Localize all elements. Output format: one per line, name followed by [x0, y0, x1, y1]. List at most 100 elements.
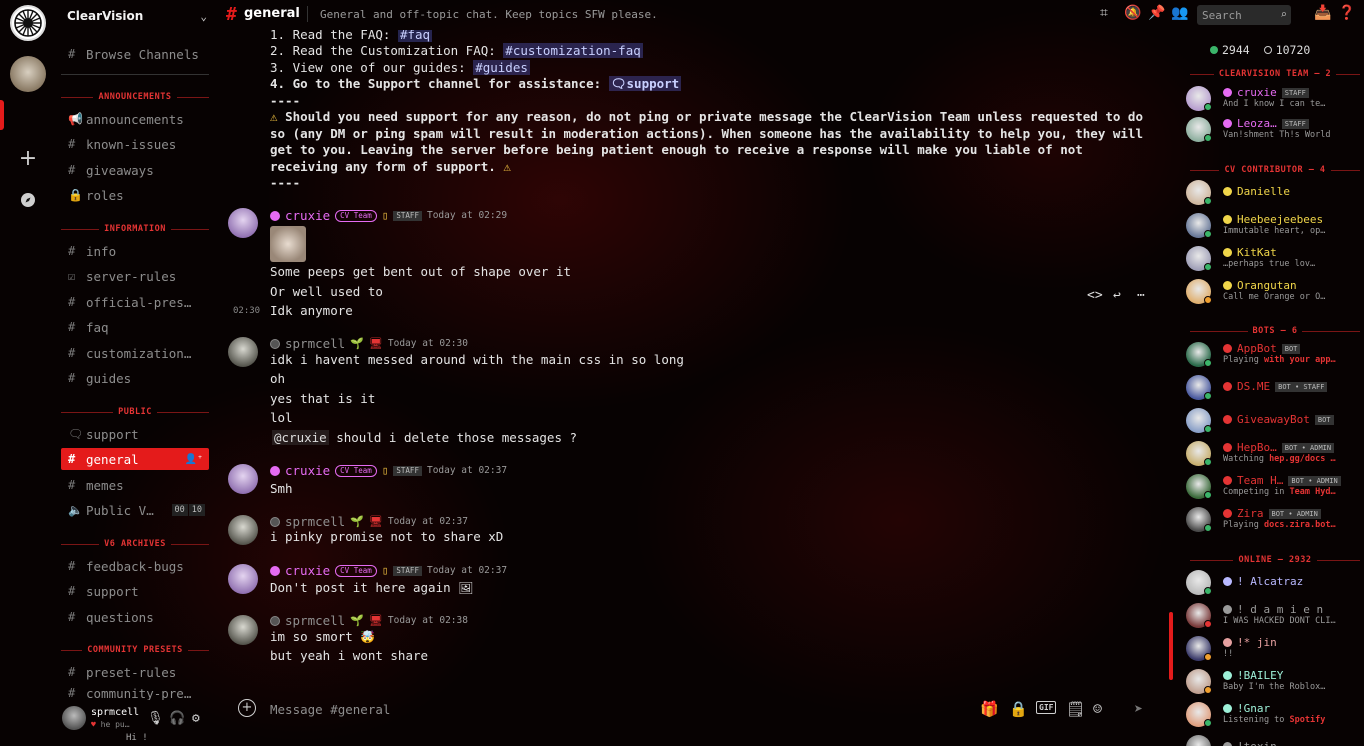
server-header[interactable]: ClearVision ⌄: [67, 6, 207, 26]
inbox-icon[interactable]: 📥: [1314, 5, 1331, 21]
browse-channels[interactable]: # Browse Channels: [61, 43, 209, 65]
emoji-picker-icon[interactable]: ☺: [1093, 700, 1102, 718]
channel-mention[interactable]: #guides: [473, 60, 530, 75]
gif-icon[interactable]: GIF: [1036, 701, 1057, 714]
member-item[interactable]: Leoza… STAFF Van!shment Th!s World: [1186, 115, 1362, 145]
member-item[interactable]: AppBot BOT Playing with your app…: [1186, 340, 1362, 370]
message-author[interactable]: sprmcell: [285, 613, 345, 628]
message-input[interactable]: [270, 698, 870, 720]
search-input[interactable]: [1197, 5, 1277, 25]
channel-customization[interactable]: # customization…: [61, 342, 209, 364]
channel-roles[interactable]: 🔒 roles: [61, 184, 209, 206]
avatar[interactable]: [228, 615, 258, 645]
category-announcements[interactable]: ANNOUNCEMENTS: [61, 91, 209, 103]
help-icon[interactable]: ❓: [1338, 5, 1355, 21]
category-public[interactable]: PUBLIC: [61, 406, 209, 418]
status-indicator: [1204, 197, 1212, 205]
clearvision-logo-icon[interactable]: [10, 5, 46, 41]
channel-known-issues[interactable]: # known-issues: [61, 133, 209, 155]
voice-channel-public[interactable]: 🔈 Public V… 00 10: [61, 499, 209, 521]
member-item[interactable]: cruxie STAFF And I know I can te…: [1186, 84, 1362, 114]
member-item[interactable]: Team H… BOT • ADMIN Competing in Team Hyd…: [1186, 472, 1362, 502]
avatar[interactable]: [228, 337, 258, 367]
create-invite-icon[interactable]: 👤⁺: [185, 454, 203, 465]
sticker-icon[interactable]: 🗒: [1066, 700, 1085, 718]
channel-support-v6[interactable]: # support: [61, 580, 209, 602]
lock-icon[interactable]: 🔒: [1009, 700, 1028, 718]
member-item[interactable]: ! d a m i e nI WAS HACKED DONT CLI…: [1186, 601, 1362, 631]
message-author[interactable]: cruxie: [285, 563, 330, 578]
member-item[interactable]: !toxin: [1186, 733, 1362, 746]
channel-server-rules[interactable]: ☑ server-rules: [61, 265, 209, 287]
member-item[interactable]: DS.ME BOT • STAFF: [1186, 373, 1362, 403]
channel-community-presets[interactable]: # community-pre…: [61, 686, 209, 700]
message-author[interactable]: sprmcell: [285, 336, 345, 351]
message-header: sprmcell 🌱 🖥 Today at 02:37: [270, 514, 468, 529]
member-item[interactable]: Heebeejeebees Immutable heart, op…: [1186, 211, 1362, 241]
channel-guides[interactable]: # guides: [61, 367, 209, 389]
channel-feedback-bugs[interactable]: # feedback-bugs: [61, 555, 209, 577]
headphones-icon[interactable]: 🎧: [169, 711, 185, 726]
channel-preset-rules[interactable]: # preset-rules: [61, 661, 209, 683]
channel-mention[interactable]: #faq: [397, 30, 433, 42]
scrollbar[interactable]: [1169, 612, 1173, 680]
channel-mention[interactable]: #customization-faq: [503, 43, 643, 58]
settings-gear-icon[interactable]: ⚙: [192, 711, 200, 726]
channel-memes[interactable]: # memes: [61, 474, 209, 496]
avatar[interactable]: [228, 515, 258, 545]
avatar[interactable]: [228, 208, 258, 238]
channel-label: giveaways: [86, 162, 154, 178]
member-item[interactable]: HepBo… BOT • ADMIN Watching hep.gg/docs …: [1186, 439, 1362, 469]
member-item[interactable]: ! Alcatraz: [1186, 568, 1362, 598]
more-options-icon[interactable]: ⋯: [1137, 288, 1145, 303]
user-avatar[interactable]: [62, 706, 86, 730]
add-server-icon[interactable]: +: [10, 140, 46, 176]
channel-topic[interactable]: General and off-topic chat. Keep topics …: [320, 8, 658, 21]
member-item[interactable]: GiveawayBot BOT: [1186, 406, 1362, 436]
threads-icon[interactable]: ⌗: [1100, 5, 1108, 21]
warning-line-4: receiving any form of support. ⚠: [270, 159, 511, 174]
message-author[interactable]: cruxie: [285, 463, 330, 478]
category-label: V6 ARCHIVES: [104, 539, 166, 549]
member-list-icon[interactable]: 👥: [1171, 5, 1188, 21]
user-mention[interactable]: @cruxie: [272, 430, 329, 445]
gift-icon[interactable]: 🎁: [980, 700, 999, 718]
avatar[interactable]: [228, 564, 258, 594]
chevron-down-icon[interactable]: ⌄: [200, 10, 207, 23]
channel-faq[interactable]: # faq: [61, 316, 209, 338]
hamster-image[interactable]: [270, 226, 306, 262]
send-icon[interactable]: ➤: [1134, 700, 1143, 718]
message-author[interactable]: sprmcell: [285, 514, 345, 529]
message-author[interactable]: cruxie: [285, 208, 330, 223]
member-item[interactable]: !Gnar Listening to Spotify: [1186, 700, 1362, 730]
channel-official-presets[interactable]: # official-pres…: [61, 291, 209, 313]
channel-info[interactable]: # info: [61, 240, 209, 262]
member-item[interactable]: Danielle: [1186, 178, 1362, 208]
avatar[interactable]: [228, 464, 258, 494]
server-avatar[interactable]: [10, 56, 46, 92]
channel-announcements[interactable]: 📢 announcements: [61, 108, 209, 130]
category-v6-archives[interactable]: V6 ARCHIVES: [61, 538, 209, 550]
microphone-icon[interactable]: 🎙: [147, 711, 164, 726]
channel-mention[interactable]: 🗨support: [608, 76, 682, 91]
category-community-presets[interactable]: COMMUNITY PRESETS: [61, 644, 209, 656]
member-item[interactable]: Zira BOT • ADMIN Playing docs.zira.bot…: [1186, 505, 1362, 535]
attach-plus-icon[interactable]: +: [238, 699, 256, 717]
code-icon[interactable]: <>: [1087, 288, 1103, 303]
member-item[interactable]: KitKat …perhaps true lov…: [1186, 244, 1362, 274]
member-item[interactable]: !* jin!!: [1186, 634, 1362, 664]
member-item[interactable]: Orangutan Call me Orange or O…: [1186, 277, 1362, 307]
reply-icon[interactable]: ↩: [1113, 288, 1121, 303]
channel-header: # general General and off-topic chat. Ke…: [216, 0, 1364, 30]
pin-icon[interactable]: 📌: [1148, 5, 1165, 21]
channel-giveaways[interactable]: # giveaways: [61, 159, 209, 181]
member-item[interactable]: !BAILEY Baby I'm the Roblox…: [1186, 667, 1362, 697]
category-information[interactable]: INFORMATION: [61, 223, 209, 235]
search-box[interactable]: ⌕: [1197, 5, 1291, 25]
channel-support[interactable]: 🗨 support: [61, 423, 209, 445]
notification-mute-icon[interactable]: 🔕: [1124, 5, 1141, 21]
timestamp: Today at 02:37: [426, 565, 508, 576]
channel-questions[interactable]: # questions: [61, 606, 209, 628]
explore-compass-icon[interactable]: [10, 182, 46, 218]
channel-general[interactable]: # general 👤⁺: [61, 448, 209, 470]
